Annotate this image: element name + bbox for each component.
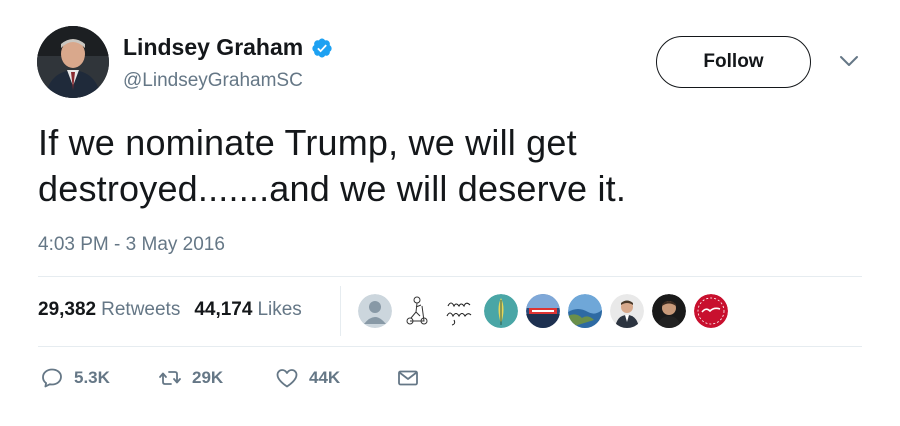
likes-label: Likes	[257, 299, 302, 320]
divider	[38, 276, 862, 277]
author-name[interactable]: Lindsey Graham	[123, 34, 333, 61]
retweet-button[interactable]: 29K	[158, 366, 275, 390]
author-handle[interactable]: @LindseyGrahamSC	[123, 70, 303, 92]
verified-badge-icon	[312, 37, 332, 58]
like-count: 44K	[309, 368, 341, 387]
tweet-text: If we nominate Trump, we will get destro…	[38, 120, 878, 212]
tweet-stats: 29,382 Retweets 44,174 Likes	[38, 299, 302, 321]
default-avatar-icon[interactable]	[358, 294, 392, 328]
likes-count: 44,174	[194, 299, 253, 320]
red-badge-icon[interactable]	[694, 294, 728, 328]
liker-avatars	[358, 294, 736, 328]
retweet-count: 29K	[192, 368, 224, 387]
envelope-icon	[398, 370, 418, 386]
follow-button[interactable]: Follow	[656, 36, 811, 88]
man-dark-portrait-icon[interactable]	[652, 294, 686, 328]
divider	[38, 346, 862, 347]
retweets-count: 29,382	[38, 299, 97, 320]
tweet-timestamp[interactable]: 4:03 PM - 3 May 2016	[38, 234, 225, 256]
retweets-stat[interactable]: 29,382 Retweets	[38, 299, 180, 321]
tweet-text-line: destroyed.......and we will deserve it.	[38, 168, 627, 209]
chevron-down-icon[interactable]	[838, 54, 860, 68]
stats-separator	[340, 286, 341, 336]
stadium-photo-icon[interactable]	[526, 294, 560, 328]
retweet-icon	[159, 371, 181, 385]
tweet-actions: 5.3K 29K 44K	[40, 366, 420, 390]
author-name-text[interactable]: Lindsey Graham	[123, 34, 303, 61]
reply-icon	[42, 368, 62, 388]
teal-feather-icon[interactable]	[484, 294, 518, 328]
keep-going-script-icon[interactable]	[442, 294, 476, 328]
scooter-sketch-icon[interactable]	[400, 294, 434, 328]
retweets-label: Retweets	[101, 299, 181, 320]
reply-count: 5.3K	[74, 368, 110, 387]
tweet-text-line: If we nominate Trump, we will get	[38, 122, 577, 163]
reply-button[interactable]: 5.3K	[40, 366, 158, 390]
author-avatar[interactable]	[37, 26, 109, 98]
man-in-suit-icon[interactable]	[610, 294, 644, 328]
likes-stat[interactable]: 44,174 Likes	[194, 299, 301, 321]
coastline-photo-icon[interactable]	[568, 294, 602, 328]
heart-icon	[276, 369, 298, 388]
direct-message-button[interactable]	[396, 366, 420, 390]
like-button[interactable]: 44K	[275, 366, 396, 390]
